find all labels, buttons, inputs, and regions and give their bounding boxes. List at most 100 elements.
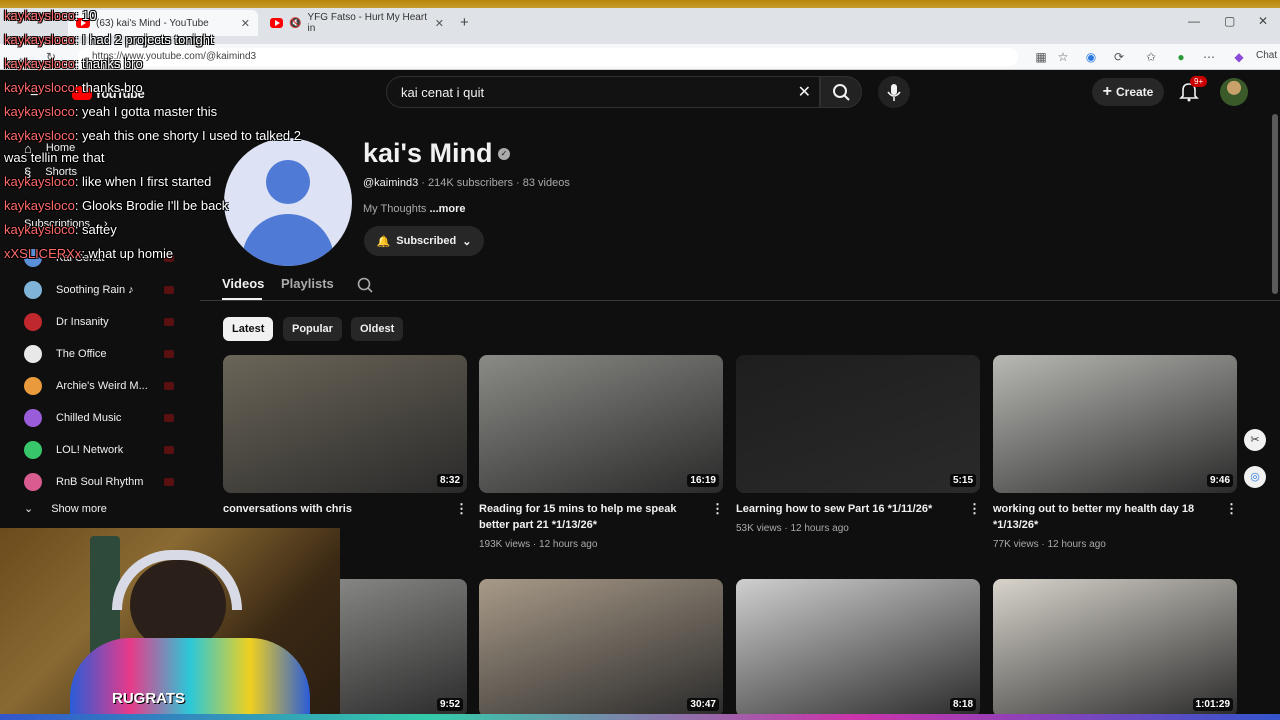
maximize-icon[interactable]: ▢	[1224, 14, 1235, 28]
video-title[interactable]: conversations with chris	[223, 501, 441, 517]
favorites-icon[interactable]: ✩	[1142, 48, 1160, 66]
tab-playlists[interactable]: Playlists	[281, 276, 334, 291]
sidebar-subscription-item[interactable]: LOL! Network	[24, 438, 184, 462]
avatar-head-shape	[266, 160, 310, 204]
plus-icon: +	[1102, 83, 1112, 100]
chat-text: : saftey	[74, 222, 117, 237]
sidebar-item-label: RnB Soul Rhythm	[56, 476, 144, 488]
sidebar-subscription-item[interactable]: Soothing Rain ♪	[24, 278, 184, 302]
apps-icon[interactable]: ▦	[1032, 48, 1050, 66]
live-indicator-icon	[164, 350, 174, 358]
video-title[interactable]: working out to better my health day 18 *…	[993, 501, 1211, 533]
video-thumbnail[interactable]: 5:15	[736, 355, 980, 493]
chat-text: : I had 2 projects tonight	[74, 32, 214, 47]
live-indicator-icon	[164, 446, 174, 454]
chat-message: kaykaysloco: 10	[4, 8, 97, 23]
channel-avatar-icon	[24, 473, 42, 491]
search-icon	[833, 84, 850, 101]
chevron-down-icon: ⌄	[462, 235, 472, 248]
video-thumbnail[interactable]: 30:47	[479, 579, 723, 717]
copilot-side-icon[interactable]: ◎	[1244, 466, 1266, 488]
verified-check-icon: ✓	[498, 148, 510, 160]
chip-popular[interactable]: Popular	[283, 317, 342, 341]
chat-text: was tellin me that	[4, 150, 105, 165]
video-menu-icon[interactable]: ⋮	[1225, 501, 1238, 517]
sidebar-subscription-item[interactable]: RnB Soul Rhythm	[24, 470, 184, 494]
video-thumbnail[interactable]: 8:32	[223, 355, 467, 493]
page-scrollbar[interactable]	[1272, 114, 1278, 294]
channel-search-icon[interactable]	[354, 274, 376, 296]
profile-icon[interactable]: ●	[1172, 48, 1190, 66]
copilot-icon[interactable]: ◆	[1230, 48, 1248, 66]
minimize-icon[interactable]: —	[1188, 14, 1200, 28]
account-avatar[interactable]	[1220, 78, 1248, 106]
sidebar-subscription-item[interactable]: Chilled Music	[24, 406, 184, 430]
copilot-label[interactable]: Chat	[1256, 50, 1277, 61]
refresh-extension-icon[interactable]: ⟳	[1110, 48, 1128, 66]
video-menu-icon[interactable]: ⋮	[968, 501, 981, 517]
chat-username: kaykaysloco	[4, 104, 75, 119]
subscribed-button[interactable]: 🔔 Subscribed ⌄	[364, 226, 484, 256]
video-menu-icon[interactable]: ⋮	[455, 501, 468, 517]
create-button[interactable]: + Create	[1092, 78, 1164, 106]
tabs-divider	[200, 300, 1280, 301]
sidebar-subscription-item[interactable]: The Office	[24, 342, 184, 366]
video-menu-icon[interactable]: ⋮	[711, 501, 724, 517]
subscribed-label: Subscribed	[396, 235, 457, 247]
video-title[interactable]: Reading for 15 mins to help me speak bet…	[479, 501, 697, 533]
video-thumbnail[interactable]: 9:46	[993, 355, 1237, 493]
chat-username: kaykaysloco	[4, 56, 75, 71]
channel-description[interactable]: My Thoughts ...more	[363, 203, 466, 215]
chevron-down-icon: ⌄	[24, 503, 34, 515]
channel-stats: · 214K subscribers · 83 videos	[421, 177, 570, 189]
chat-message: kaykaysloco: saftey	[4, 222, 117, 237]
chip-latest[interactable]: Latest	[223, 317, 274, 341]
more-menu-icon[interactable]: ⋯	[1200, 48, 1218, 66]
chat-username: kaykaysloco	[4, 222, 75, 237]
browser-tab-music[interactable]: 🔇 YFG Fatso - Hurt My Heart in ✕	[262, 10, 452, 36]
video-meta: 193K views · 12 hours ago	[479, 539, 598, 550]
chat-message: kaykaysloco: like when I first started	[4, 174, 211, 189]
video-meta: 53K views · 12 hours ago	[736, 523, 849, 534]
video-title[interactable]: Learning how to sew Part 16 *1/11/26*	[736, 501, 954, 517]
channel-avatar	[224, 138, 352, 266]
chat-message: xXSLICERXx: what up homie	[4, 246, 173, 261]
close-tab-icon[interactable]: ✕	[435, 17, 444, 30]
show-more-button[interactable]: ⌄ Show more	[24, 502, 107, 516]
search-input[interactable]: kai cenat i quit ✕	[386, 76, 820, 108]
voice-search-button[interactable]	[878, 76, 910, 108]
close-tab-icon[interactable]: ✕	[241, 17, 250, 30]
chat-username: kaykaysloco	[4, 80, 75, 95]
sidebar-item-label: The Office	[56, 348, 107, 360]
chat-message: kaykaysloco: Glooks Brodie I'll be back	[4, 198, 228, 213]
sidebar-subscription-item[interactable]: Dr Insanity	[24, 310, 184, 334]
scissors-icon[interactable]: ✂	[1244, 429, 1266, 451]
video-thumbnail[interactable]: 1:01:29	[993, 579, 1237, 717]
tab-title: YFG Fatso - Hurt My Heart in	[307, 12, 427, 34]
chat-username: xXSLICERXx	[4, 246, 82, 261]
extension-icon[interactable]: ◉	[1082, 48, 1100, 66]
chat-message: kaykaysloco: thanks bro	[4, 80, 143, 95]
search-button[interactable]	[820, 76, 862, 108]
search-query: kai cenat i quit	[401, 85, 485, 100]
chat-text: : thanks bro	[74, 56, 143, 71]
mute-icon[interactable]: 🔇	[289, 18, 301, 29]
channel-avatar-icon	[24, 409, 42, 427]
video-duration: 30:47	[687, 698, 719, 711]
more-link[interactable]: ...more	[429, 203, 465, 215]
url-input[interactable]: https://www.youtube.com/@kaimind3	[78, 48, 1018, 66]
chip-oldest[interactable]: Oldest	[351, 317, 404, 341]
live-indicator-icon	[164, 318, 174, 326]
video-thumbnail[interactable]: 16:19	[479, 355, 723, 493]
new-tab-button[interactable]: +	[460, 14, 469, 31]
avatar-body-shape	[242, 214, 334, 266]
close-window-icon[interactable]: ✕	[1258, 14, 1268, 28]
tab-title: (63) kai's Mind - YouTube	[96, 17, 209, 29]
tab-videos[interactable]: Videos	[222, 276, 264, 291]
clear-search-icon[interactable]: ✕	[798, 82, 811, 102]
live-indicator-icon	[164, 382, 174, 390]
sidebar-subscription-item[interactable]: Archie's Weird M...	[24, 374, 184, 398]
favorite-star-icon[interactable]: ☆	[1054, 48, 1072, 66]
live-indicator-icon	[164, 478, 174, 486]
video-thumbnail[interactable]: 8:18	[736, 579, 980, 717]
